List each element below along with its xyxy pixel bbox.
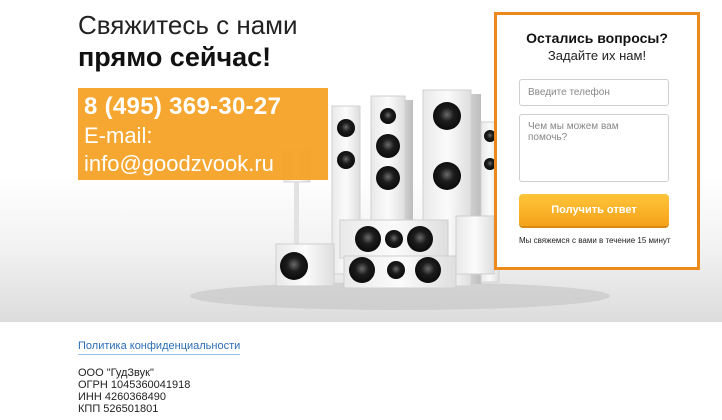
company-name: ООО "ГудЗвук" <box>78 367 154 379</box>
form-subtitle: Задайте их нам! <box>547 48 647 63</box>
privacy-policy-link[interactable]: Политика конфиденциальности <box>78 340 241 355</box>
phone-input[interactable] <box>519 79 669 106</box>
email-address[interactable]: info@goodzvook.ru <box>84 150 322 178</box>
callback-form: Остались вопросы? Задайте их нам! Получи… <box>494 12 700 270</box>
phone-number[interactable]: 8 (495) 369-30-27 <box>84 92 322 122</box>
form-title: Остались вопросы? <box>526 30 668 46</box>
email-label: E-mail: <box>84 123 153 148</box>
question-input[interactable] <box>519 114 669 182</box>
page-headline: Свяжитесь с нами прямо сейчас! <box>78 10 298 74</box>
kpp-number: КПП 526501801 <box>78 403 159 415</box>
ogrn-number: ОГРН 1045360041918 <box>78 379 191 391</box>
hero-section: Свяжитесь с нами прямо сейчас! 8 (495) 3… <box>0 0 722 322</box>
headline-line2: прямо сейчас! <box>78 42 272 72</box>
company-legal-info: ООО "ГудЗвук" ОГРН 1045360041918 ИНН 426… <box>78 367 240 415</box>
headline-line1: Свяжитесь с нами <box>78 10 298 40</box>
inn-number: ИНН 4260368490 <box>78 391 167 403</box>
get-answer-button[interactable]: Получить ответ <box>519 194 669 226</box>
response-time-note: Мы свяжемся с вами в течение 15 минут <box>519 236 671 245</box>
footer: Политика конфиденциальности ООО "ГудЗвук… <box>78 336 241 415</box>
contact-info-box: 8 (495) 369-30-27 E-mail: info@goodzvook… <box>78 88 328 180</box>
